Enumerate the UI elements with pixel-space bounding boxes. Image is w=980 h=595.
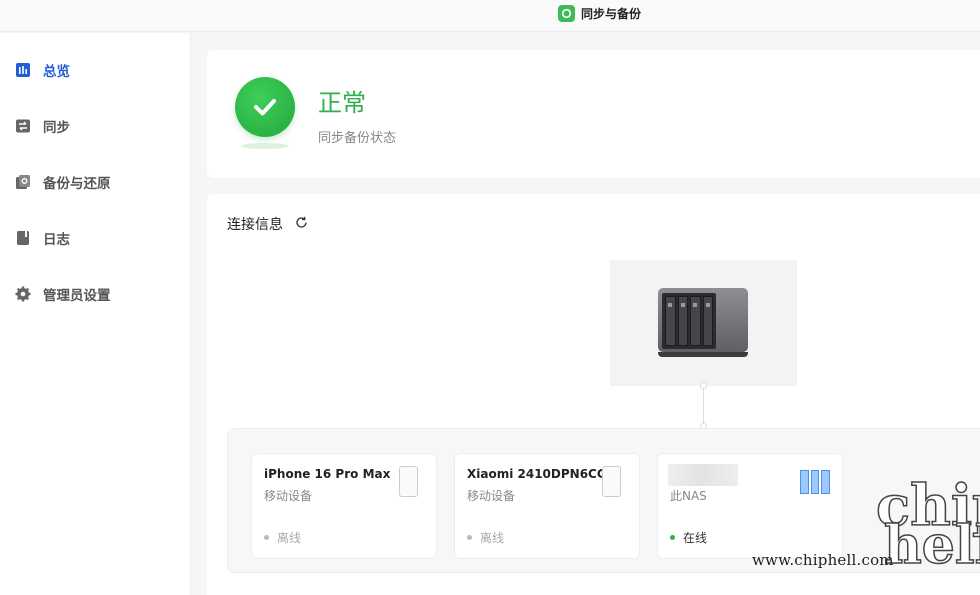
app-title: 同步与备份 [558, 5, 641, 22]
watermark-url: www.chiphell.com [752, 551, 894, 569]
log-book-icon [14, 230, 31, 247]
device-status: 在线 [670, 529, 707, 546]
sidebar-item-label: 日志 [43, 232, 70, 248]
sidebar-item-backup-restore[interactable]: 备份与还原 [14, 170, 111, 194]
sidebar-item-label: 总览 [43, 64, 70, 80]
sync-backup-logo-icon [558, 5, 575, 22]
sidebar-item-label: 同步 [43, 120, 70, 136]
device-type: 移动设备 [467, 489, 516, 503]
device-status-label: 在线 [683, 531, 708, 545]
app-title-text: 同步与备份 [581, 7, 642, 21]
device-status: 离线 [467, 529, 504, 546]
sync-status-card: 正常 同步备份状态 [207, 50, 980, 178]
device-name: iPhone 16 Pro Max [264, 467, 391, 481]
status-dot-icon [264, 535, 269, 540]
status-icon-shadow [241, 143, 289, 149]
device-card[interactable]: Xiaomi 2410DPN6CC 移动设备 离线 [454, 453, 640, 559]
status-dot-icon [467, 535, 472, 540]
device-type: 此NAS [670, 489, 707, 503]
refresh-icon[interactable] [295, 216, 308, 233]
device-status: 离线 [264, 529, 301, 546]
connection-info-title: 连接信息 [227, 217, 283, 233]
backup-icon [14, 174, 31, 191]
sidebar-item-overview[interactable]: 总览 [14, 58, 70, 82]
redacted-device-name [668, 464, 738, 486]
chart-icon [14, 62, 31, 79]
device-status-label: 离线 [480, 531, 505, 545]
status-dot-icon [670, 535, 675, 540]
sync-icon [14, 118, 31, 135]
watermark: chip hell www.chiphell.com [752, 477, 980, 588]
phone-icon [399, 466, 418, 497]
device-card[interactable]: iPhone 16 Pro Max 移动设备 离线 [251, 453, 437, 559]
gear-icon [14, 286, 31, 303]
status-subtitle: 同步备份状态 [318, 131, 397, 146]
device-name: Xiaomi 2410DPN6CC [467, 467, 606, 481]
nas-device-icon [658, 288, 748, 357]
checkmark-icon [235, 77, 295, 137]
sidebar-item-admin-settings[interactable]: 管理员设置 [14, 282, 111, 306]
phone-icon [602, 466, 621, 497]
sidebar-item-label: 备份与还原 [43, 176, 111, 192]
title-bar: 同步与备份 [0, 0, 980, 32]
sidebar-item-sync[interactable]: 同步 [14, 114, 70, 138]
sidebar-item-label: 管理员设置 [43, 288, 111, 304]
connection-info-header: 连接信息 [227, 214, 308, 234]
sidebar-item-log[interactable]: 日志 [14, 226, 70, 250]
status-title: 正常 [318, 89, 366, 117]
nas-image [610, 260, 797, 386]
device-type: 移动设备 [264, 489, 313, 503]
device-status-label: 离线 [277, 531, 302, 545]
watermark-logo: hell [883, 515, 980, 576]
sidebar: 总览 同步 备份与还原 日志 管理员设置 [0, 33, 191, 595]
connection-line [703, 386, 704, 427]
connection-dot-top [700, 382, 707, 389]
